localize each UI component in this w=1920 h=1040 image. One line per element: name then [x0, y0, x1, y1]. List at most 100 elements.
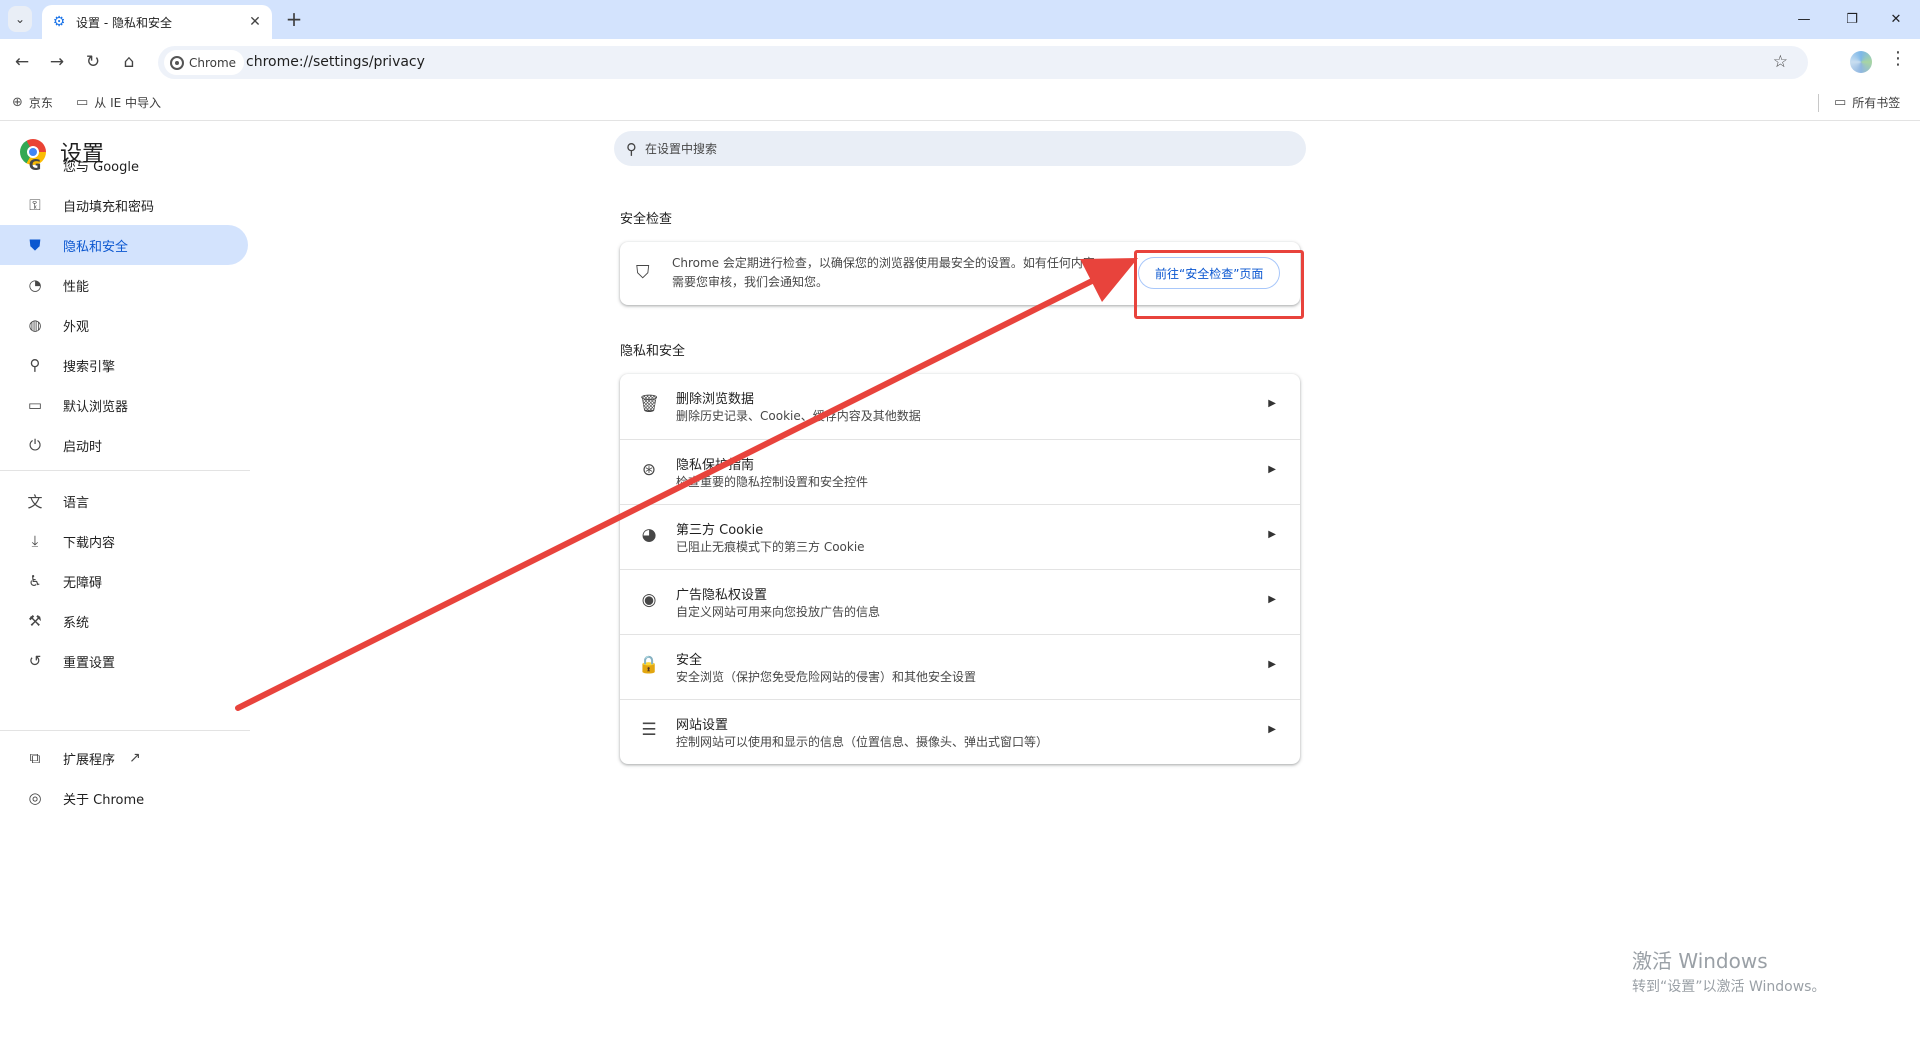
close-tab-icon[interactable]: ✕	[246, 14, 264, 30]
bookmark-item[interactable]: ▭ 从 IE 中导入	[76, 94, 161, 111]
list-item-security[interactable]: 🔒 安全 安全浏览（保护您免受危险网站的侵害）和其他安全设置 ▶	[620, 634, 1300, 700]
list-item-third-party-cookies[interactable]: ◕ 第三方 Cookie 已阻止无痕模式下的第三方 Cookie ▶	[620, 504, 1300, 570]
sidebar-item-reset[interactable]: ↺ 重置设置	[0, 641, 248, 681]
row-title: 网站设置	[676, 718, 729, 733]
power-icon: ⏻	[29, 436, 41, 454]
row-subtitle: 安全浏览（保护您免受危险网站的侵害）和其他安全设置	[676, 670, 977, 684]
back-button[interactable]: ←	[9, 49, 35, 75]
address-bar[interactable]: Chrome chrome://settings/privacy ☆	[158, 46, 1808, 79]
sidebar-item-label: 您与 Google	[63, 159, 139, 175]
folder-icon: ▭	[76, 95, 89, 110]
tab-settings[interactable]: ⚙ 设置 - 隐私和安全 ✕	[42, 5, 272, 39]
sidebar-item-label: 系统	[63, 615, 90, 631]
home-button[interactable]: ⌂	[116, 49, 142, 75]
bookmark-item[interactable]: ⊕ 京东	[12, 94, 53, 111]
speedometer-icon: ◔	[28, 276, 42, 294]
tab-title: 设置 - 隐私和安全	[76, 15, 172, 30]
all-bookmarks-button[interactable]: ▭ 所有书签	[1834, 94, 1900, 111]
chrome-icon: ◎	[28, 789, 42, 807]
sidebar-item-system[interactable]: ⚒ 系统	[0, 601, 248, 641]
reset-icon: ↺	[28, 652, 42, 670]
sidebar-item-extensions[interactable]: ⧉ 扩展程序 ↗	[0, 738, 248, 778]
row-title: 广告隐私权设置	[676, 588, 768, 603]
toolbar: ← → ↻ ⌂ Chrome chrome://settings/privacy…	[0, 39, 1920, 86]
search-input[interactable]	[643, 140, 1247, 157]
row-subtitle: 已阻止无痕模式下的第三方 Cookie	[676, 540, 865, 554]
new-tab-button[interactable]: +	[282, 7, 306, 31]
chevron-down-icon: ⌄	[14, 12, 26, 26]
profile-avatar[interactable]	[1850, 51, 1872, 73]
tab-search-button[interactable]: ⌄	[8, 6, 32, 32]
sidebar-item-on-startup[interactable]: ⏻ 启动时	[0, 425, 248, 465]
sidebar-item-autofill[interactable]: ⚿ 自动填充和密码	[0, 185, 248, 225]
shield-icon: ⛊	[29, 236, 41, 254]
translate-icon: 文	[27, 492, 43, 511]
sidebar-item-search-engine[interactable]: ⚲ 搜索引擎	[0, 345, 248, 385]
palette-icon: ◍	[28, 316, 42, 334]
sidebar-item-label: 启动时	[63, 439, 103, 455]
chevron-right-icon: ▶	[1268, 464, 1276, 475]
sidebar-item-label: 关于 Chrome	[63, 792, 145, 808]
divider	[1818, 94, 1819, 112]
restore-button[interactable]: ❐	[1832, 8, 1872, 32]
browser-icon: ▭	[27, 396, 43, 414]
chevron-right-icon: ▶	[1268, 659, 1276, 670]
chip-label: Chrome	[189, 55, 237, 70]
google-icon: G	[28, 156, 42, 174]
shield-icon: ⛉	[636, 262, 650, 283]
sidebar-item-downloads[interactable]: ⤓ 下载内容	[0, 521, 248, 561]
sidebar-item-label: 搜索引擎	[63, 359, 116, 375]
bookmark-star-icon[interactable]: ☆	[1773, 52, 1788, 72]
download-icon: ⤓	[31, 532, 39, 550]
settings-search[interactable]: ⚲	[614, 131, 1306, 166]
row-subtitle: 删除历史记录、Cookie、缓存内容及其他数据	[676, 409, 921, 423]
row-title: 删除浏览数据	[676, 392, 755, 407]
bookmark-label: 京东	[28, 96, 53, 110]
sidebar-item-label: 语言	[63, 495, 90, 511]
reload-button[interactable]: ↻	[80, 49, 106, 75]
row-title: 隐私保护指南	[676, 458, 755, 473]
chevron-right-icon: ▶	[1268, 529, 1276, 540]
section-heading-privacy: 隐私和安全	[620, 344, 686, 359]
row-title: 安全	[676, 653, 703, 668]
list-item-clear-browsing-data[interactable]: 🗑 删除浏览数据 删除历史记录、Cookie、缓存内容及其他数据 ▶	[620, 374, 1300, 439]
sidebar-item-you-and-google[interactable]: G 您与 Google	[0, 145, 248, 185]
sidebar-item-privacy[interactable]: ⛊ 隐私和安全	[0, 225, 248, 265]
sidebar-item-label: 默认浏览器	[63, 399, 129, 415]
site-info-chip[interactable]: Chrome	[164, 50, 245, 75]
sidebar-item-label: 自动填充和密码	[63, 199, 155, 215]
chrome-icon	[170, 55, 184, 70]
highlight-box	[1134, 250, 1304, 319]
sidebar-item-default-browser[interactable]: ▭ 默认浏览器	[0, 385, 248, 425]
sidebar-item-about-chrome[interactable]: ◎ 关于 Chrome	[0, 778, 248, 818]
watermark-line2: 转到“设置”以激活 Windows。	[1632, 979, 1826, 995]
all-bookmarks-label: 所有书签	[1852, 96, 1901, 110]
divider	[0, 470, 250, 471]
external-link-icon: ↗	[129, 750, 141, 766]
sidebar-item-label: 外观	[63, 319, 90, 335]
list-item-ad-privacy[interactable]: ◉ 广告隐私权设置 自定义网站可用来向您投放广告的信息 ▶	[620, 569, 1300, 635]
forward-button[interactable]: →	[44, 49, 70, 75]
gear-icon: ⚙	[52, 14, 66, 30]
sidebar-item-languages[interactable]: 文 语言	[0, 481, 248, 521]
sidebar-item-appearance[interactable]: ◍ 外观	[0, 305, 248, 345]
sidebar-item-accessibility[interactable]: ♿ 无障碍	[0, 561, 248, 601]
chevron-right-icon: ▶	[1268, 724, 1276, 735]
privacy-settings-list: 🗑 删除浏览数据 删除历史记录、Cookie、缓存内容及其他数据 ▶ ⊛ 隐私保…	[620, 374, 1300, 764]
minimize-button[interactable]: —	[1784, 8, 1824, 32]
puzzle-icon: ⧉	[29, 749, 41, 767]
row-title: 第三方 Cookie	[676, 523, 764, 538]
search-icon: ⚲	[626, 139, 637, 158]
sidebar-item-performance[interactable]: ◔ 性能	[0, 265, 248, 305]
globe-icon: ⊕	[12, 95, 23, 110]
sidebar-item-label: 重置设置	[63, 655, 116, 671]
list-item-privacy-guide[interactable]: ⊛ 隐私保护指南 检查重要的隐私控制设置和安全控件 ▶	[620, 439, 1300, 505]
compass-icon: ⊛	[641, 460, 657, 480]
close-window-button[interactable]: ✕	[1876, 8, 1916, 32]
row-subtitle: 检查重要的隐私控制设置和安全控件	[676, 475, 869, 489]
bookmark-label: 从 IE 中导入	[94, 96, 162, 110]
list-item-site-settings[interactable]: ☰ 网站设置 控制网站可以使用和显示的信息（位置信息、摄像头、弹出式窗口等） ▶	[620, 699, 1300, 765]
chevron-right-icon: ▶	[1268, 594, 1276, 605]
sidebar-item-label: 无障碍	[63, 575, 103, 591]
menu-icon[interactable]: ⋮	[1888, 48, 1908, 69]
